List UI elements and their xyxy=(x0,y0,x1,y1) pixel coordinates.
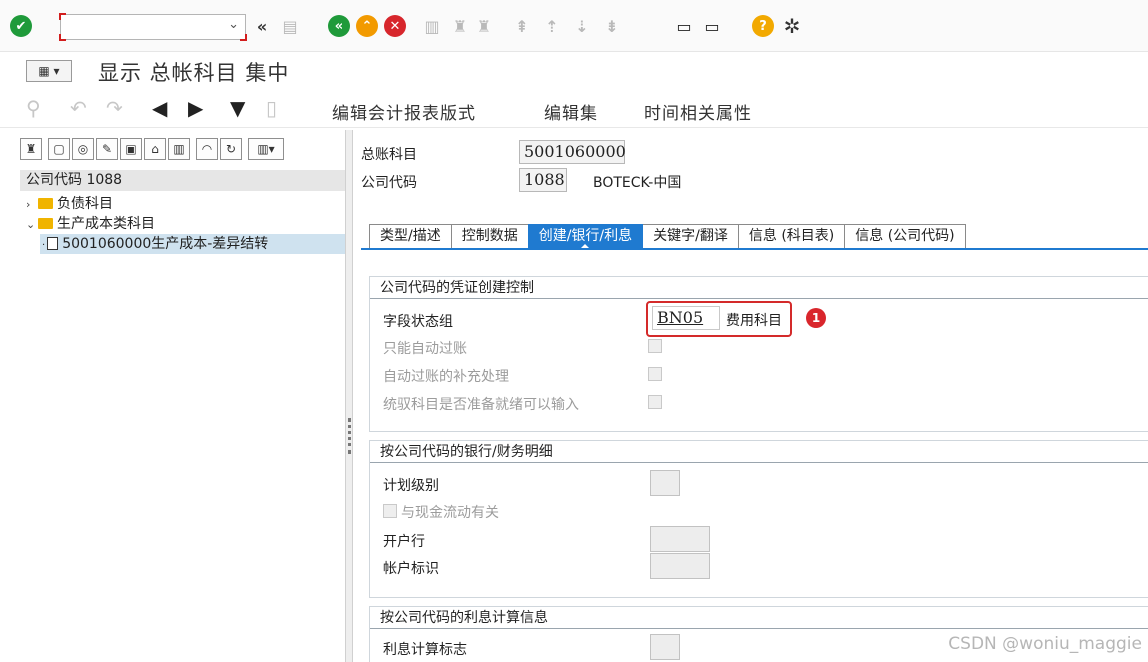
house-bank-field[interactable] xyxy=(650,526,710,552)
display-icon[interactable]: ▢ xyxy=(48,138,70,160)
previous-page-icon[interactable]: ⇡ xyxy=(540,14,564,38)
first-page-icon[interactable]: ⇞ xyxy=(510,14,534,38)
account-detail-panel: 总账科目 5001060000 公司代码 1088 BOTECK-中国 类型/描… xyxy=(353,130,1148,662)
bank-details-group: 按公司代码的银行/财务明细 计划级别 与现金流动有关 开户行 帐户标识 xyxy=(369,440,1148,598)
tree-node[interactable]: ⌄ 生产成本类科目 xyxy=(26,214,155,234)
recon-ready-label: 统驭科目是否准备就绪可以输入 xyxy=(383,397,579,413)
folder-icon xyxy=(38,198,53,209)
find-icon[interactable]: ♜ xyxy=(20,138,42,160)
chevron-down-icon[interactable]: ⌄ xyxy=(228,17,239,32)
next-page-icon[interactable]: ⇣ xyxy=(570,14,594,38)
company-code-field[interactable]: 1088 xyxy=(519,168,567,192)
tab-create-bank-interest[interactable]: 创建/银行/利息 xyxy=(527,224,644,249)
cashflow-label: 与现金流动有关 xyxy=(401,505,499,521)
tab-underline xyxy=(361,248,1148,250)
tab-info-chart[interactable]: 信息 (科目表) xyxy=(737,224,846,248)
account-id-field[interactable] xyxy=(650,553,710,579)
supplement-label: 自动过账的补充处理 xyxy=(383,369,509,385)
hierarchy-icon[interactable]: ◠ xyxy=(196,138,218,160)
gl-account-field[interactable]: 5001060000 xyxy=(519,140,626,164)
tab-type-description[interactable]: 类型/描述 xyxy=(369,224,452,248)
system-toolbar: ✔ ⌄ « ▤ « ⌃ ✕ ▥ ♜ ♜ ⇞ ⇡ ⇣ ⇟ ▭ ▭ ? ✲ xyxy=(0,0,1148,52)
gl-account-label: 总账科目 xyxy=(361,147,417,163)
tab-info-company[interactable]: 信息 (公司代码) xyxy=(844,224,966,248)
field-status-desc: 费用科目 xyxy=(726,313,782,329)
find-icon[interactable]: ♜ xyxy=(448,14,472,38)
back-double-arrow-icon[interactable]: « xyxy=(250,14,274,38)
undo-icon[interactable]: ↶ xyxy=(70,96,87,120)
planning-level-label: 计划级别 xyxy=(383,478,439,494)
open-folder-icon xyxy=(38,218,53,229)
last-page-icon[interactable]: ⇟ xyxy=(600,14,624,38)
lock-icon[interactable]: ⌂ xyxy=(144,138,166,160)
print-icon[interactable]: ▥▾ xyxy=(248,138,284,160)
tab-control-data[interactable]: 控制数据 xyxy=(450,224,529,248)
splitter-grip-icon[interactable] xyxy=(348,418,351,454)
edit-set-button[interactable]: 编辑集 xyxy=(544,99,598,124)
help-icon[interactable]: ? xyxy=(752,15,774,37)
interest-indicator-field[interactable] xyxy=(650,634,680,660)
auto-post-label: 只能自动过账 xyxy=(383,341,467,357)
chevron-right-icon[interactable]: › xyxy=(26,195,38,215)
tree-toolbar: ♜ ▢ ◎ ✎ ▣ ⌂ ▥ ◠ ↻ ▥▾ xyxy=(20,138,286,162)
exit-icon[interactable]: ⌃ xyxy=(356,15,378,37)
glasses-icon[interactable]: ◎ xyxy=(72,138,94,160)
refresh-icon[interactable]: ↻ xyxy=(220,138,242,160)
command-field[interactable]: ⌄ xyxy=(59,13,247,41)
time-dependent-button[interactable]: 时间相关属性 xyxy=(644,99,752,124)
save-icon[interactable]: ▤ xyxy=(278,14,302,38)
tree-header: 公司代码 1088 xyxy=(20,170,345,191)
cashflow-checkbox[interactable] xyxy=(383,504,397,518)
redo-icon[interactable]: ↷ xyxy=(106,96,123,120)
field-status-field[interactable]: BN05 xyxy=(652,306,720,330)
sap-window: ✔ ⌄ « ▤ « ⌃ ✕ ▥ ♜ ♜ ⇞ ⇡ ⇣ ⇟ ▭ ▭ ? ✲ ▦ ▾ … xyxy=(0,0,1148,662)
back-icon[interactable]: « xyxy=(328,15,350,37)
tab-strip: 类型/描述 控制数据 创建/银行/利息 关键字/翻译 信息 (科目表) 信息 (… xyxy=(369,224,966,249)
supplement-checkbox[interactable] xyxy=(648,367,662,381)
shortcut-icon[interactable]: ▭ xyxy=(700,14,724,38)
next-arrow-icon[interactable]: ▶ xyxy=(188,96,203,120)
document-icon xyxy=(47,237,59,250)
find-next-icon[interactable]: ♜ xyxy=(472,14,496,38)
company-code-label: 公司代码 xyxy=(361,175,417,191)
previous-arrow-icon[interactable]: ◀ xyxy=(152,96,167,120)
company-name: BOTECK-中国 xyxy=(593,175,682,191)
tree-node-selected[interactable]: · 5001060000生产成本-差异结转 xyxy=(40,234,345,254)
enter-check-icon[interactable]: ✔ xyxy=(10,15,32,37)
page-title: 显示 总帐科目 集中 xyxy=(98,61,290,85)
group-title: 按公司代码的利息计算信息 xyxy=(370,607,1148,629)
house-bank-label: 开户行 xyxy=(383,534,425,550)
field-status-label: 字段状态组 xyxy=(383,314,453,330)
print-icon[interactable]: ▥ xyxy=(420,14,444,38)
title-bar: ▦ ▾ 显示 总帐科目 集中 xyxy=(0,52,1148,92)
chevron-down-icon[interactable]: ⌄ xyxy=(26,215,38,235)
tree-node[interactable]: › 负债科目 xyxy=(26,194,113,214)
pencil-icon[interactable]: ✎ xyxy=(96,138,118,160)
callout-badge: 1 xyxy=(806,308,826,328)
auto-post-checkbox[interactable] xyxy=(648,339,662,353)
document-icon[interactable]: ▯ xyxy=(266,96,277,120)
where-used-icon[interactable]: ⚲ xyxy=(26,96,41,120)
copy-icon[interactable]: ▣ xyxy=(120,138,142,160)
cancel-icon[interactable]: ✕ xyxy=(384,15,406,37)
menu-icon[interactable]: ▦ ▾ xyxy=(26,60,72,82)
settings-gear-icon[interactable]: ✲ xyxy=(780,14,804,38)
edit-fs-version-button[interactable]: 编辑会计报表版式 xyxy=(332,99,476,124)
application-toolbar: ⚲ ↶ ↷ ◀ ▶ ▼ ▯ 编辑会计报表版式 编辑集 时间相关属性 xyxy=(0,92,1148,128)
group-title: 公司代码的凭证创建控制 xyxy=(370,277,1148,299)
planning-level-field[interactable] xyxy=(650,470,680,496)
doc-creation-control-group: 公司代码的凭证创建控制 字段状态组 BN05 费用科目 1 只能自动过账 自动过… xyxy=(369,276,1148,432)
account-id-label: 帐户标识 xyxy=(383,561,439,577)
splitter[interactable] xyxy=(345,130,353,662)
edit-icon[interactable]: ▼ xyxy=(230,96,245,120)
delete-icon[interactable]: ▥ xyxy=(168,138,190,160)
watermark: CSDN @woniu_maggie xyxy=(948,634,1142,654)
new-session-icon[interactable]: ▭ xyxy=(672,14,696,38)
recon-ready-checkbox[interactable] xyxy=(648,395,662,409)
interest-indicator-label: 利息计算标志 xyxy=(383,642,467,658)
tab-keyword-translation[interactable]: 关键字/翻译 xyxy=(642,224,739,248)
group-title: 按公司代码的银行/财务明细 xyxy=(370,441,1148,463)
navigation-tree-panel: ♜ ▢ ◎ ✎ ▣ ⌂ ▥ ◠ ↻ ▥▾ 公司代码 1088 › 负债科目 ⌄ 生产… xyxy=(0,130,345,662)
